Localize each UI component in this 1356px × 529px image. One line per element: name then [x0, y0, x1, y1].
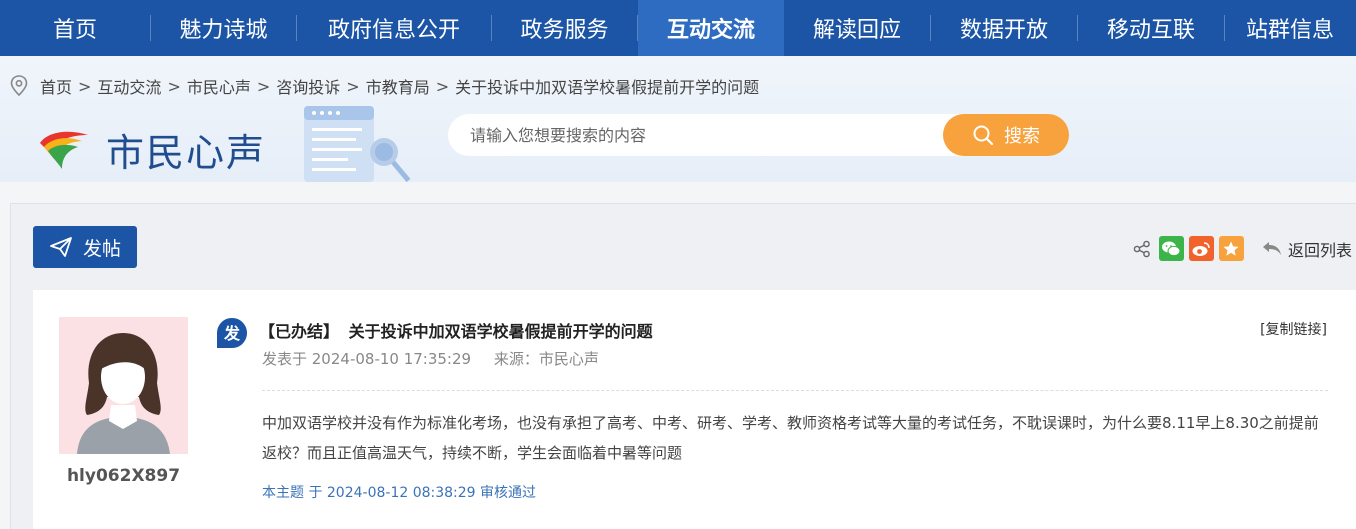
weibo-share-button[interactable] — [1188, 236, 1214, 261]
post-source: 来源：市民心声 — [493, 350, 599, 368]
avatar — [59, 317, 188, 454]
location-pin-icon — [10, 75, 28, 97]
nav-item-gov-service[interactable]: 政务服务 — [492, 0, 637, 56]
post-badge-icon: 发 — [217, 318, 247, 348]
document-microphone-illustration — [304, 106, 411, 182]
new-post-button[interactable]: 发帖 — [33, 226, 137, 268]
nav-item-interaction[interactable]: 互动交流 — [638, 0, 784, 56]
new-post-label: 发帖 — [82, 237, 121, 260]
post-meta: 发表于 2024-08-10 17:35:29 来源：市民心声 — [262, 348, 599, 369]
audit-status: 本主题 于 2024-08-12 08:38:29 审核通过 — [262, 485, 537, 501]
post-date: 发表于 2024-08-10 17:35:29 — [262, 350, 472, 368]
search-button[interactable]: 搜索 — [943, 114, 1069, 156]
nav-item-charm-city[interactable]: 魅力诗城 — [151, 0, 296, 56]
breadcrumb-interaction[interactable]: 互动交流 — [97, 74, 161, 98]
nav-item-site-group[interactable]: 站群信息 — [1225, 0, 1355, 56]
breadcrumb-separator: > — [78, 76, 92, 96]
post-badge-text: 发 — [223, 324, 241, 343]
logo-mark-icon — [40, 131, 88, 169]
return-arrow-icon — [1262, 241, 1281, 255]
star-icon — [1223, 241, 1239, 256]
logo-text: 市民心声 — [106, 131, 267, 175]
breadcrumb-citizen-voice[interactable]: 市民心声 — [187, 74, 251, 98]
search-icon — [973, 125, 994, 146]
share-bar: 返回列表 — [1133, 236, 1352, 261]
share-icon[interactable] — [1133, 240, 1151, 258]
search-input[interactable] — [448, 114, 968, 156]
wechat-icon — [1162, 241, 1181, 256]
author-username[interactable]: hly062X897 — [59, 466, 188, 486]
post-title-row: 【已办结】 关于投诉中加双语学校暑假提前开学的问题 — [259, 318, 653, 342]
breadcrumb-separator: > — [346, 76, 360, 96]
breadcrumb-separator: > — [167, 76, 181, 96]
post-title: 关于投诉中加双语学校暑假提前开学的问题 — [348, 322, 653, 341]
user-avatar-icon — [59, 317, 188, 454]
content-panel: 发帖 返回列表 hly062X897 发 【已办结】 关于投诉中加双语学校暑假提… — [10, 203, 1356, 529]
nav-item-gov-info[interactable]: 政府信息公开 — [297, 0, 491, 56]
breadcrumb-separator: > — [256, 76, 271, 96]
breadcrumb: 首页 > 互动交流 > 市民心声 > 咨询投诉 > 市教育局 > 关于投诉中加双… — [10, 74, 759, 98]
copy-link-button[interactable]: [复制链接] — [1260, 319, 1327, 339]
divider — [262, 390, 1328, 391]
search-button-label: 搜索 — [1004, 126, 1040, 147]
banner: 首页 > 互动交流 > 市民心声 > 咨询投诉 > 市教育局 > 关于投诉中加双… — [0, 56, 1356, 182]
logo: 市民心声 — [38, 122, 266, 177]
favorite-button[interactable] — [1218, 236, 1244, 261]
breadcrumb-separator: > — [435, 76, 450, 96]
post-body: 中加双语学校并没有作为标准化考场，也没有承担了高考、中考、研考、学考、教师资格考… — [262, 414, 1319, 462]
paper-plane-icon — [50, 237, 72, 257]
nav-item-mobile[interactable]: 移动互联 — [1078, 0, 1224, 56]
post-status: 【已办结】 — [259, 322, 340, 341]
search-bar: 搜索 — [448, 114, 1069, 156]
back-to-list-button[interactable]: 返回列表 — [1262, 237, 1352, 261]
breadcrumb-home[interactable]: 首页 — [40, 74, 72, 98]
nav-item-open-data[interactable]: 数据开放 — [931, 0, 1077, 56]
post-card: hly062X897 发 【已办结】 关于投诉中加双语学校暑假提前开学的问题 [… — [33, 290, 1356, 529]
nav-item-interpretation[interactable]: 解读回应 — [784, 0, 930, 56]
back-to-list-label: 返回列表 — [1287, 240, 1352, 260]
weibo-icon — [1192, 241, 1211, 256]
nav-item-home[interactable]: 首页 — [0, 0, 150, 56]
breadcrumb-consult[interactable]: 咨询投诉 — [276, 74, 340, 98]
breadcrumb-education-bureau[interactable]: 市教育局 — [366, 74, 430, 98]
breadcrumb-current: 关于投诉中加双语学校暑假提前开学的问题 — [455, 78, 760, 97]
wechat-share-button[interactable] — [1158, 236, 1184, 261]
top-nav: 首页 魅力诗城 政府信息公开 政务服务 互动交流 解读回应 数据开放 移动互联 … — [0, 0, 1356, 56]
